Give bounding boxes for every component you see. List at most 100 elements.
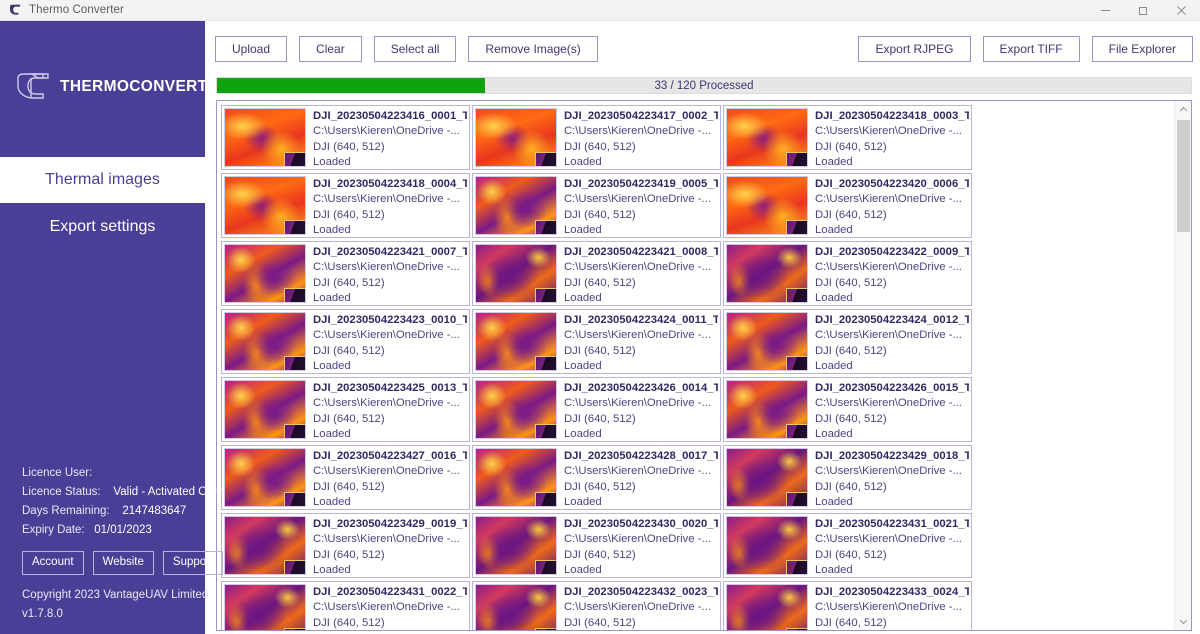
thumbnail-corner-patch xyxy=(786,356,807,371)
minimize-icon[interactable] xyxy=(1086,0,1124,21)
image-card[interactable]: DJI_20230504223423_0010_TJPG C:\Users\Kie… xyxy=(221,309,470,375)
image-filename: DJI_20230504223424_0011_TJPG xyxy=(564,314,718,327)
thermal-thumbnail xyxy=(475,244,557,304)
image-card[interactable]: DJI_20230504223419_0005_TJPG C:\Users\Kie… xyxy=(472,173,721,239)
sidebar-item-thermal-images[interactable]: Thermal images xyxy=(0,157,205,203)
licence-panel: Licence User: Licence Status: Valid - Ac… xyxy=(22,464,231,624)
chevron-up-icon[interactable] xyxy=(1175,101,1192,118)
days-remaining-label: Days Remaining: xyxy=(22,505,110,517)
image-path: C:\Users\Kieren\OneDrive -... xyxy=(815,465,962,478)
thumbnail-corner-patch xyxy=(284,220,305,235)
image-filename: DJI_20230504223430_0020_TJPG xyxy=(564,518,718,531)
image-card[interactable]: DJI_20230504223424_0011_TJPG C:\Users\Kie… xyxy=(472,309,721,375)
file-explorer-button[interactable]: File Explorer xyxy=(1091,36,1193,63)
image-filename: DJI_20230504223429_0019_TJPG xyxy=(313,518,467,531)
chevron-down-icon[interactable] xyxy=(1175,613,1192,630)
image-filename: DJI_20230504223424_0012_TJPG xyxy=(815,314,969,327)
thermal-thumbnail xyxy=(224,176,306,236)
remove-images-button[interactable]: Remove Image(s) xyxy=(468,36,598,63)
thermal-thumbnail xyxy=(475,584,557,630)
image-card[interactable]: DJI_20230504223417_0002_TJPG C:\Users\Kie… xyxy=(472,105,721,171)
image-camera-dimensions: DJI (640, 512) xyxy=(815,140,887,153)
image-card[interactable]: DJI_20230504223421_0007_TJPG C:\Users\Kie… xyxy=(221,241,470,307)
image-camera-dimensions: DJI (640, 512) xyxy=(815,208,887,221)
image-card[interactable]: DJI_20230504223421_0008_TJPG C:\Users\Kie… xyxy=(472,241,721,307)
image-card[interactable]: DJI_20230504223429_0018_TJPG C:\Users\Kie… xyxy=(723,445,972,511)
image-card[interactable]: DJI_20230504223426_0015_TJPG C:\Users\Kie… xyxy=(723,377,972,443)
image-camera-dimensions: DJI (640, 512) xyxy=(313,548,385,561)
image-path: C:\Users\Kieren\OneDrive -... xyxy=(815,533,962,546)
licence-status-label: Licence Status: xyxy=(22,486,101,498)
scrollbar-thumb[interactable] xyxy=(1176,120,1190,233)
thermal-thumbnail xyxy=(475,448,557,508)
image-card[interactable]: DJI_20230504223431_0021_TJPG C:\Users\Kie… xyxy=(723,513,972,579)
image-metadata: DJI_20230504223424_0011_TJPG C:\Users\Kie… xyxy=(557,312,718,372)
image-card[interactable]: DJI_20230504223418_0004_TJPG C:\Users\Kie… xyxy=(221,173,470,239)
image-card[interactable]: DJI_20230504223428_0017_TJPG C:\Users\Kie… xyxy=(472,445,721,511)
thumbnail-corner-patch xyxy=(535,220,556,235)
image-status: Loaded xyxy=(313,156,351,169)
days-remaining-value: 2147483647 xyxy=(122,505,187,517)
scrollbar-track[interactable] xyxy=(1175,118,1192,613)
image-card[interactable]: DJI_20230504223430_0020_TJPG C:\Users\Kie… xyxy=(472,513,721,579)
image-card[interactable]: DJI_20230504223422_0009_TJPG C:\Users\Kie… xyxy=(723,241,972,307)
image-path: C:\Users\Kieren\OneDrive -... xyxy=(313,533,460,546)
image-metadata: DJI_20230504223431_0021_TJPG C:\Users\Kie… xyxy=(808,516,969,576)
support-button[interactable]: Support xyxy=(162,551,224,575)
image-filename: DJI_20230504223426_0015_TJPG xyxy=(815,382,969,395)
licence-buttons: Account Website Support xyxy=(22,551,224,575)
image-status: Loaded xyxy=(564,156,602,169)
clear-button[interactable]: Clear xyxy=(299,36,362,63)
progress-bar-label: 33 / 120 Processed xyxy=(654,79,754,92)
image-camera-dimensions: DJI (640, 512) xyxy=(815,344,887,357)
image-card[interactable]: DJI_20230504223433_0024_TJ... C:\Users\Ki… xyxy=(723,581,972,630)
thumbnail-corner-patch xyxy=(284,288,305,303)
export-tiff-button[interactable]: Export TIFF xyxy=(982,36,1080,63)
sidebar-item-export-settings[interactable]: Export settings xyxy=(0,204,205,250)
image-card[interactable]: DJI_20230504223420_0006_TJPG C:\Users\Kie… xyxy=(723,173,972,239)
image-card[interactable]: DJI_20230504223429_0019_TJPG C:\Users\Kie… xyxy=(221,513,470,579)
image-path: C:\Users\Kieren\OneDrive -... xyxy=(815,329,962,342)
image-camera-dimensions: DJI (640, 512) xyxy=(564,480,636,493)
image-list-panel: DJI_20230504223416_0001_TJPG C:\Users\Kie… xyxy=(216,100,1192,631)
image-metadata: DJI_20230504223421_0007_TJPG C:\Users\Kie… xyxy=(306,244,467,304)
export-rjpeg-button[interactable]: Export RJPEG xyxy=(858,36,971,63)
image-camera-dimensions: DJI (640, 512) xyxy=(815,616,887,629)
thermal-thumbnail xyxy=(475,516,557,576)
thermal-thumbnail xyxy=(726,448,808,508)
thermal-thumbnail xyxy=(224,380,306,440)
image-card[interactable]: DJI_20230504223418_0003_TJPG C:\Users\Kie… xyxy=(723,105,972,171)
thermal-thumbnail xyxy=(726,380,808,440)
image-card[interactable]: DJI_20230504223427_0016_TJPG C:\Users\Kie… xyxy=(221,445,470,511)
close-icon[interactable] xyxy=(1162,0,1200,21)
image-filename: DJI_20230504223431_0022_TJPG xyxy=(313,586,467,599)
website-button[interactable]: Website xyxy=(92,551,154,575)
main-content: Upload Clear Select all Remove Image(s) … xyxy=(205,21,1200,634)
image-path: C:\Users\Kieren\OneDrive -... xyxy=(815,193,962,206)
image-filename: DJI_20230504223417_0002_TJPG xyxy=(564,110,718,123)
image-path: C:\Users\Kieren\OneDrive -... xyxy=(564,397,711,410)
image-card[interactable]: DJI_20230504223424_0012_TJPG C:\Users\Kie… xyxy=(723,309,972,375)
image-card[interactable]: DJI_20230504223425_0013_TJPG C:\Users\Kie… xyxy=(221,377,470,443)
image-status: Loaded xyxy=(815,292,853,305)
thermal-thumbnail xyxy=(475,380,557,440)
restore-icon[interactable] xyxy=(1124,0,1162,21)
account-button[interactable]: Account xyxy=(22,551,84,575)
vertical-scrollbar[interactable] xyxy=(1174,101,1191,630)
thermal-thumbnail xyxy=(726,312,808,372)
image-card[interactable]: DJI_20230504223432_0023_TJPG C:\Users\Kie… xyxy=(472,581,721,630)
image-status: Loaded xyxy=(313,224,351,237)
image-metadata: DJI_20230504223433_0024_TJ... C:\Users\Ki… xyxy=(808,584,969,630)
image-card[interactable]: DJI_20230504223426_0014_TJPG C:\Users\Kie… xyxy=(472,377,721,443)
image-camera-dimensions: DJI (640, 512) xyxy=(313,344,385,357)
upload-button[interactable]: Upload xyxy=(215,36,288,63)
image-metadata: DJI_20230504223431_0022_TJPG C:\Users\Kie… xyxy=(306,584,467,630)
select-all-button[interactable]: Select all xyxy=(373,36,457,63)
thumbnail-corner-patch xyxy=(284,492,305,507)
expiry-date-value: 01/01/2023 xyxy=(94,524,152,536)
image-card[interactable]: DJI_20230504223416_0001_TJPG C:\Users\Kie… xyxy=(221,105,470,171)
thumbnail-corner-patch xyxy=(786,424,807,439)
image-filename: DJI_20230504223422_0009_TJPG xyxy=(815,246,969,259)
licence-user-row: Licence User: xyxy=(22,464,212,483)
image-card[interactable]: DJI_20230504223431_0022_TJPG C:\Users\Kie… xyxy=(221,581,470,630)
